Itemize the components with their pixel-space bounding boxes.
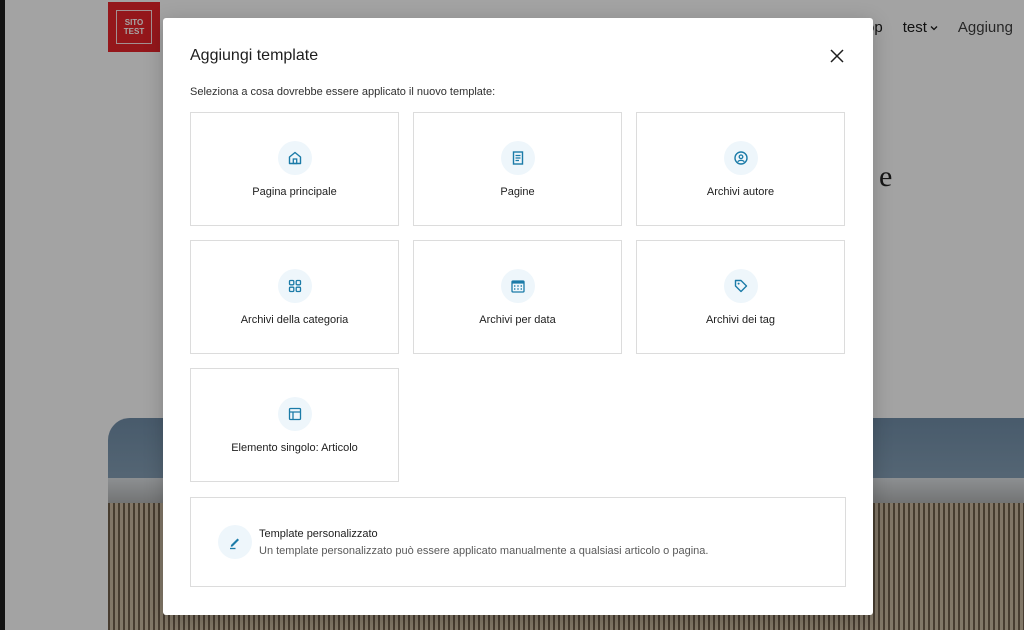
page-icon: [500, 141, 535, 175]
template-card-label: Archivi autore: [706, 186, 775, 198]
custom-template-card[interactable]: Template personalizzato Un template pers…: [190, 497, 846, 587]
template-card-label: Pagina principale: [252, 186, 337, 198]
template-card-single-post[interactable]: Elemento singolo: Articolo: [190, 368, 399, 482]
template-card-date[interactable]: Archivi per data: [413, 240, 622, 354]
close-button[interactable]: [825, 44, 849, 68]
template-card-label: Pagine: [500, 186, 535, 198]
template-card-label: Archivi della categoria: [240, 314, 349, 326]
pencil-icon: [218, 525, 252, 559]
template-card-pages[interactable]: Pagine: [413, 112, 622, 226]
layout-icon: [277, 397, 312, 431]
add-template-modal: Aggiungi template Seleziona a cosa dovre…: [163, 18, 873, 615]
close-icon: [830, 49, 844, 63]
custom-template-title: Template personalizzato: [259, 528, 378, 540]
template-card-tag[interactable]: Archivi dei tag: [636, 240, 845, 354]
template-card-home[interactable]: Pagina principale: [190, 112, 399, 226]
modal-title: Aggiungi template: [190, 47, 319, 64]
template-card-label: Archivi per data: [479, 314, 556, 326]
template-card-author[interactable]: Archivi autore: [636, 112, 845, 226]
template-card-label: Elemento singolo: Articolo: [231, 442, 358, 454]
tag-icon: [723, 269, 758, 303]
category-icon: [277, 269, 312, 303]
template-card-label: Archivi dei tag: [705, 314, 776, 326]
calendar-icon: [500, 269, 535, 303]
author-icon: [723, 141, 758, 175]
template-card-category[interactable]: Archivi della categoria: [190, 240, 399, 354]
modal-description: Seleziona a cosa dovrebbe essere applica…: [190, 86, 496, 98]
custom-template-description: Un template personalizzato può essere ap…: [259, 545, 709, 557]
home-icon: [277, 141, 312, 175]
